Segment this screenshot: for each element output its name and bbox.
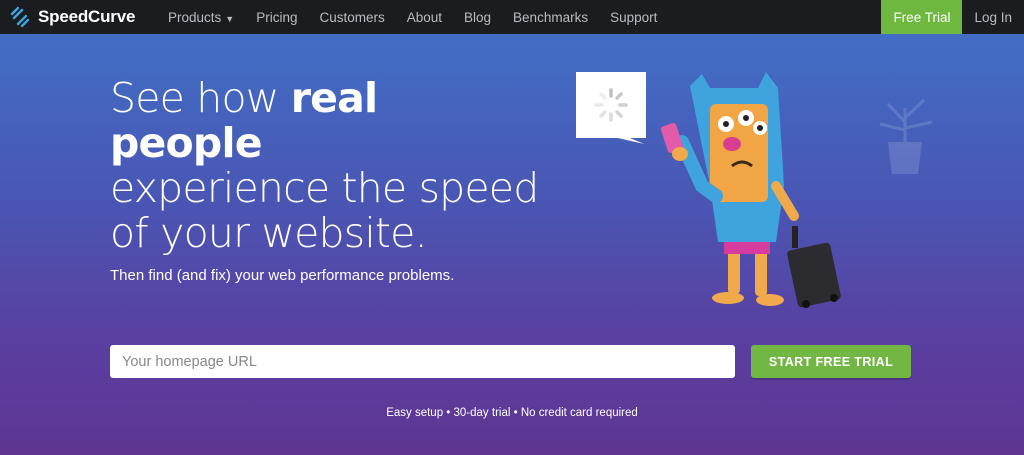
suitcase [787,226,841,308]
nav-item-about[interactable]: About [407,10,442,25]
nav-item-customers[interactable]: Customers [319,10,384,25]
speedcurve-logo-icon [10,6,30,28]
start-free-trial-button[interactable]: START FREE TRIAL [751,345,911,378]
login-link[interactable]: Log In [962,0,1024,34]
nav-actions: Free Trial Log In [881,0,1024,34]
hero-subhead: Then find (and fix) your web performance… [110,267,455,284]
nav-item-benchmarks[interactable]: Benchmarks [513,10,588,25]
nav-item-products[interactable]: Products ▼ [168,10,234,25]
nav-item-support[interactable]: Support [610,10,657,25]
mascot-body [675,72,799,242]
trial-note: Easy setup • 30-day trial • No credit ca… [386,407,638,419]
nav-item-blog[interactable]: Blog [464,10,491,25]
plant-decoration [879,98,933,174]
chevron-down-icon: ▼ [225,13,235,24]
mascot-illustration [576,72,841,308]
brand-name: SpeedCurve [38,7,136,26]
nav-item-label: Products [168,9,222,25]
headline-text: See how [110,74,291,122]
hero-headline: See how real people experience the speed … [110,76,540,256]
free-trial-button[interactable]: Free Trial [881,0,963,34]
homepage-url-input[interactable] [110,345,735,378]
mascot-legs [712,246,784,306]
nav-links: Products ▼ Pricing Customers About Blog B… [168,10,679,25]
nav-item-pricing[interactable]: Pricing [256,10,297,25]
loading-spinner-icon [576,72,646,144]
headline-text: experience the speed of your website. [110,164,539,257]
logo[interactable]: SpeedCurve [8,5,156,29]
top-navbar: SpeedCurve Products ▼ Pricing Customers A… [0,0,1024,34]
